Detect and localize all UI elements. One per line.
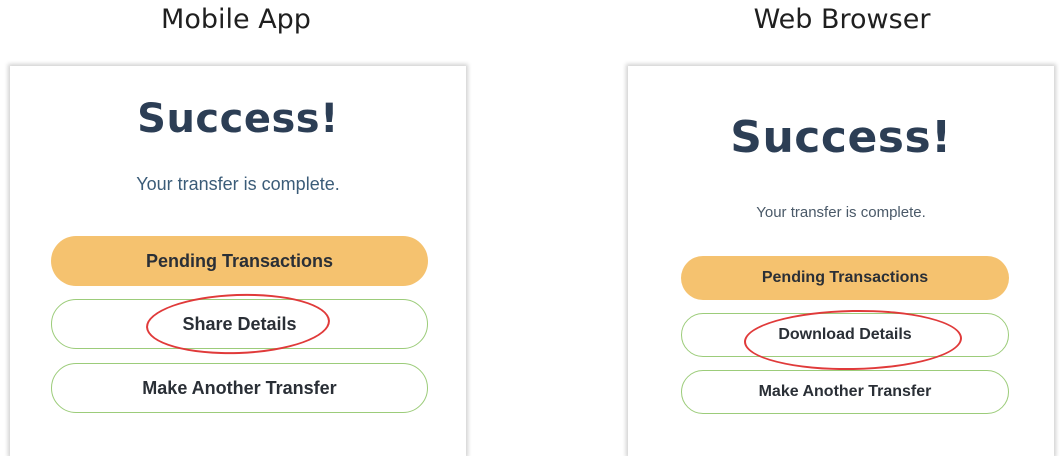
mobile-success-panel: Success! Your transfer is complete. Pend… xyxy=(10,66,466,456)
pending-transactions-button[interactable]: Pending Transactions xyxy=(51,236,428,286)
success-subtitle: Your transfer is complete. xyxy=(756,204,926,221)
pending-transactions-button[interactable]: Pending Transactions xyxy=(681,256,1009,300)
share-details-button[interactable]: Share Details xyxy=(51,299,428,349)
download-details-button[interactable]: Download Details xyxy=(681,313,1009,357)
make-another-transfer-button[interactable]: Make Another Transfer xyxy=(51,363,428,413)
mobile-app-heading: Mobile App xyxy=(161,4,311,35)
web-browser-heading: Web Browser xyxy=(753,4,931,35)
success-title: Success! xyxy=(137,96,339,142)
success-subtitle: Your transfer is complete. xyxy=(136,174,340,194)
web-success-panel: Success! Your transfer is complete. Pend… xyxy=(628,66,1054,456)
make-another-transfer-button[interactable]: Make Another Transfer xyxy=(681,370,1009,414)
success-title: Success! xyxy=(730,112,952,163)
